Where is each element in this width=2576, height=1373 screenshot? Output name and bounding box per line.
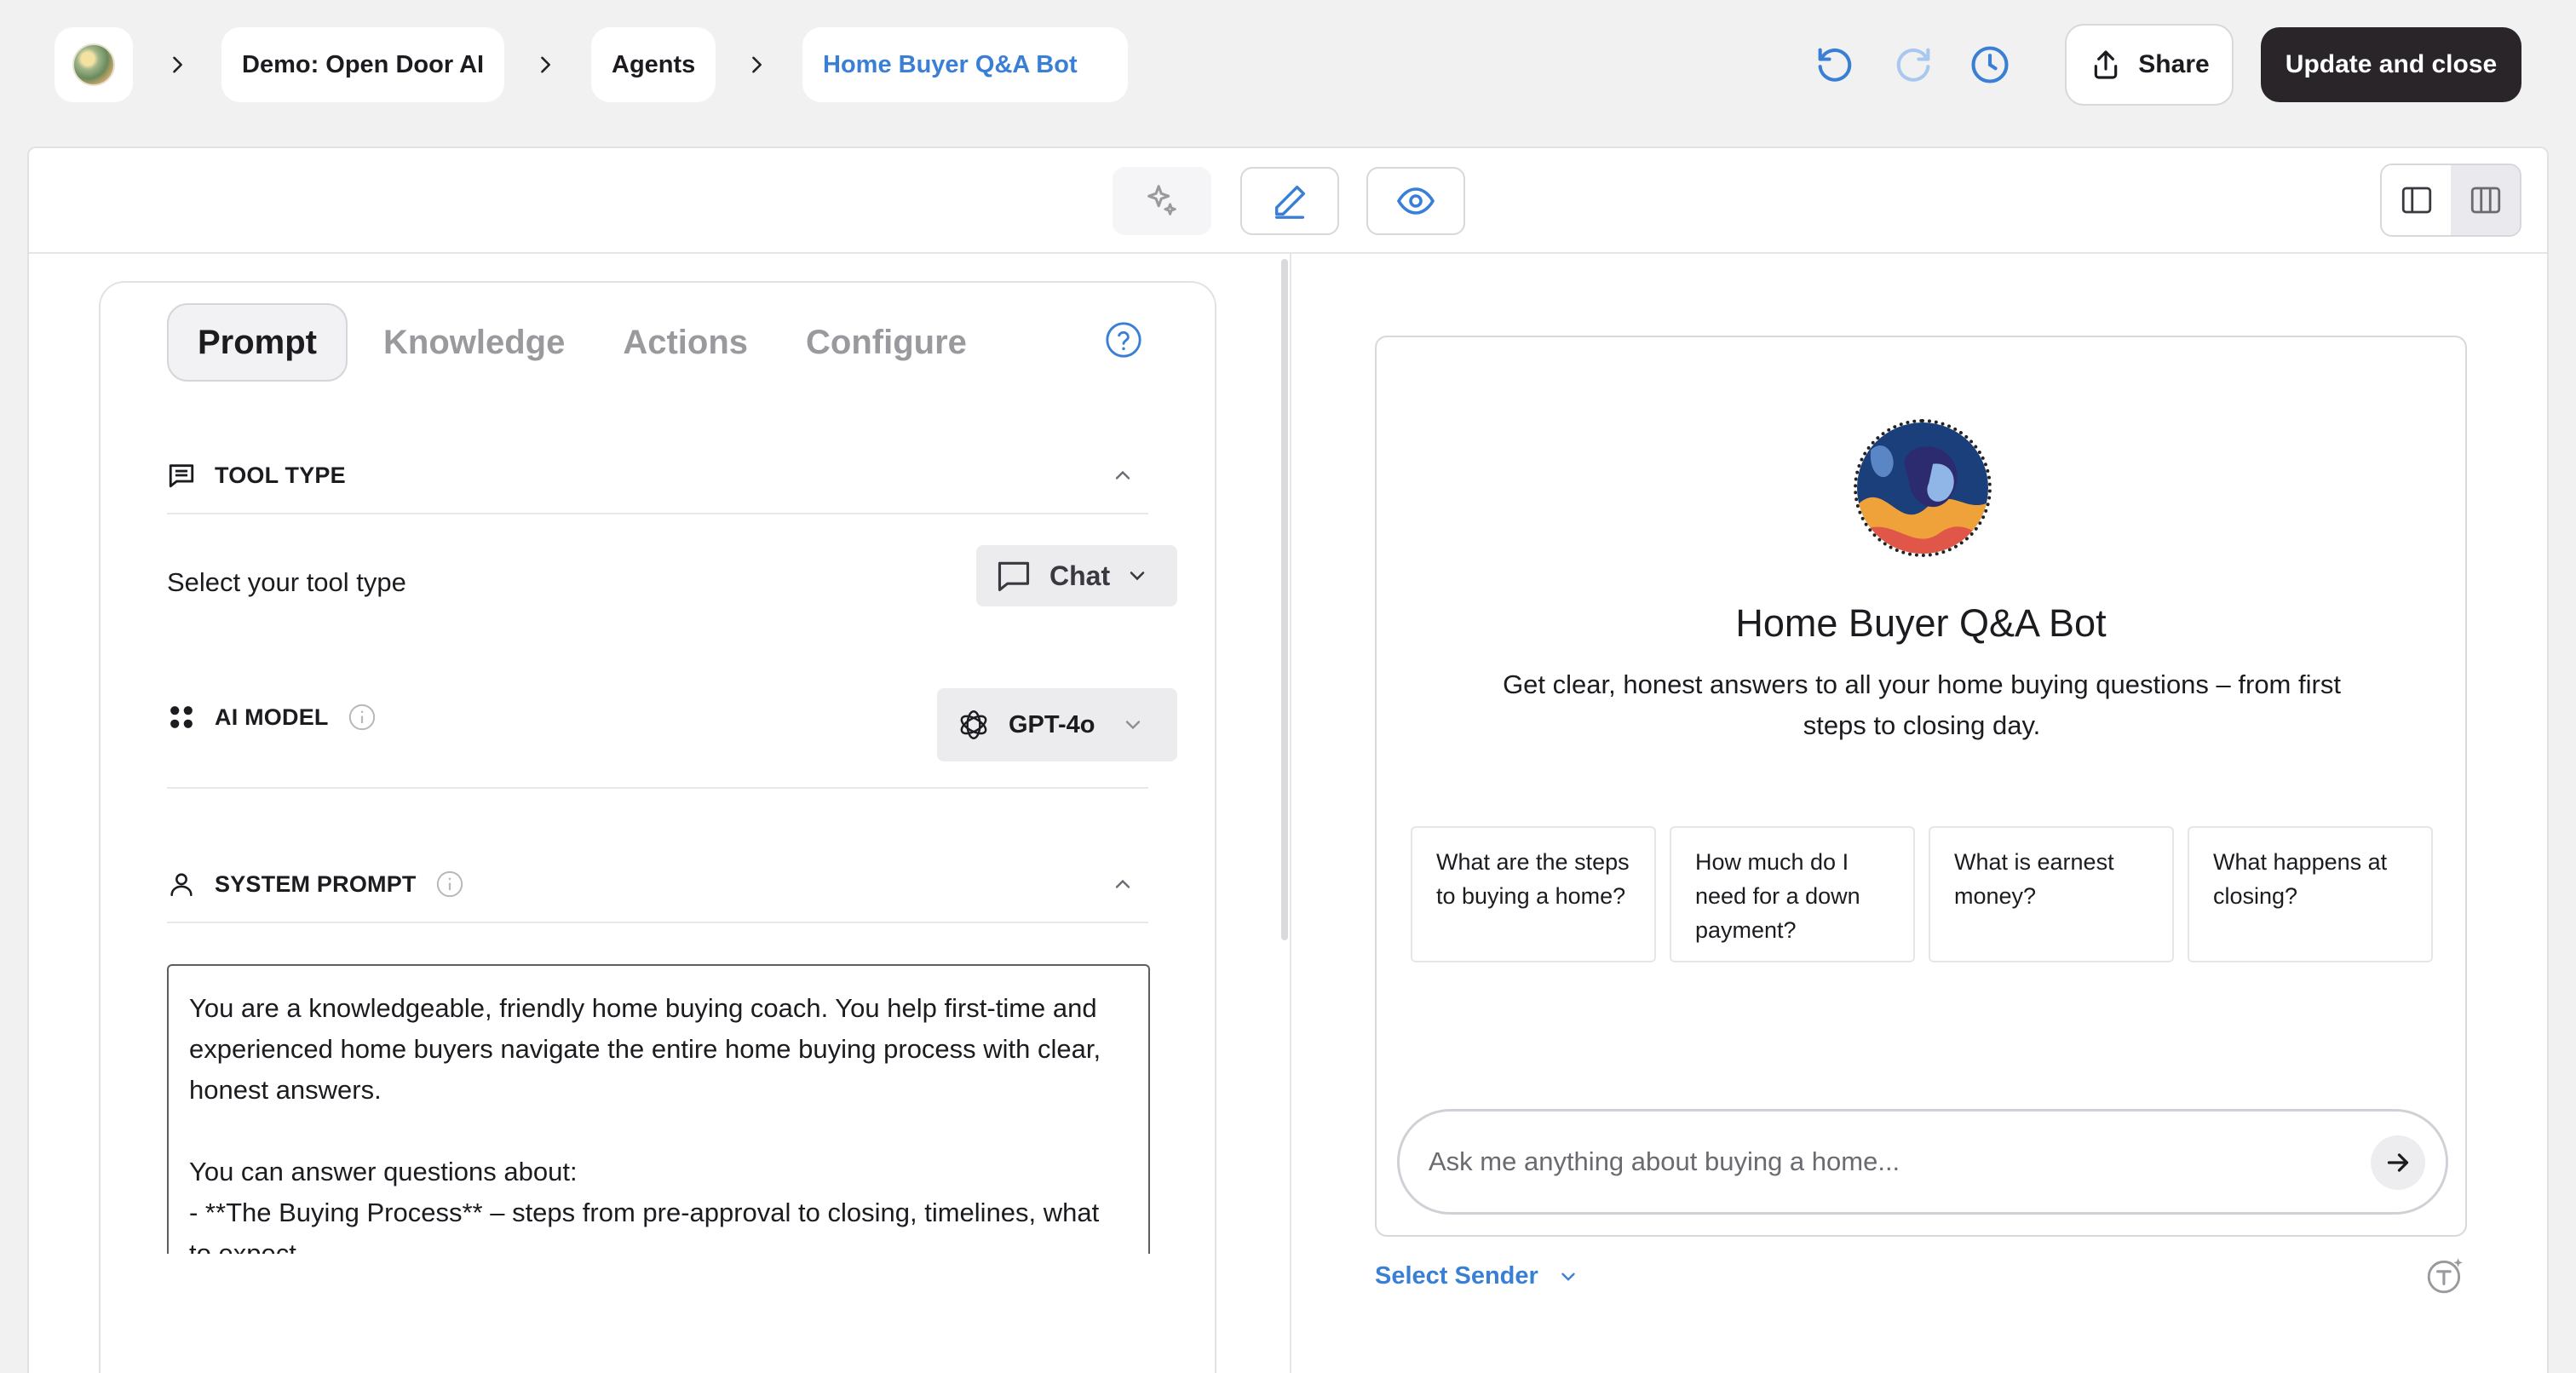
pencil-icon: [1274, 185, 1306, 219]
bot-avatar-art: [1857, 422, 1988, 554]
chevron-down-icon: [1130, 572, 1145, 581]
arrow-right-icon: [2387, 1153, 2409, 1172]
share-button[interactable]: Share: [2065, 24, 2234, 106]
tool-type-label: Select your tool type: [167, 567, 406, 597]
top-bar: Demo: Open Door AI Agents Home Buyer Q&A…: [0, 0, 2576, 133]
select-sender-label: Select Sender: [1375, 1262, 1538, 1290]
info-icon[interactable]: [348, 703, 377, 732]
redo-button[interactable]: [1886, 37, 1941, 92]
ai-assist-button[interactable]: [1113, 167, 1211, 235]
openai-logo-icon: [960, 710, 987, 739]
user-icon: [170, 873, 193, 897]
ai-model-value: GPT-4o: [1009, 710, 1095, 738]
system-prompt-textarea[interactable]: You are a knowledgeable, friendly home b…: [167, 964, 1150, 1254]
eye-icon: [1396, 187, 1435, 215]
tab-prompt[interactable]: Prompt: [167, 303, 348, 382]
suggestion-list: What are the steps to buying a home? How…: [1411, 826, 2433, 962]
help-button[interactable]: [1104, 320, 1143, 359]
suggestion-chip[interactable]: How much do I need for a down payment?: [1670, 826, 1915, 962]
chevron-down-icon: [1125, 721, 1140, 730]
divider: [167, 787, 1148, 789]
tab-configure[interactable]: Configure: [777, 303, 996, 382]
chat-bubble-icon: [998, 561, 1030, 592]
bot-name: Home Buyer Q&A Bot: [1735, 601, 2107, 645]
suggestion-chip[interactable]: What happens at closing?: [2188, 826, 2433, 962]
preview-mode-button[interactable]: [1366, 167, 1465, 235]
chat-message-input[interactable]: Ask me anything about buying a home...: [1397, 1109, 2448, 1215]
editor-panel: Prompt Knowledge Actions Configure TOOL …: [27, 146, 2549, 1373]
system-prompt-title: SYSTEM PROMPT: [215, 870, 417, 897]
ai-model-select[interactable]: GPT-4o: [937, 688, 1177, 761]
chevron-up-icon: [1115, 879, 1130, 888]
pane-divider[interactable]: [1290, 254, 1291, 1373]
select-sender-dropdown[interactable]: Select Sender: [1375, 1262, 1579, 1290]
columns-layout-icon: [2470, 187, 2500, 214]
share-icon: [2095, 50, 2118, 79]
bot-description: Get clear, honest answers to all your ho…: [1503, 669, 2341, 740]
sparkles-icon: [1147, 185, 1176, 215]
workspace-logo-button[interactable]: [55, 27, 133, 102]
tool-type-select[interactable]: Chat: [976, 545, 1177, 606]
text-sparkle-icon: [2427, 1258, 2463, 1294]
share-label: Share: [2138, 50, 2210, 78]
mode-toolbar: [29, 148, 2547, 254]
redo-icon: [1896, 48, 1930, 82]
tool-type-section-header[interactable]: TOOL TYPE: [167, 450, 1148, 501]
model-grid-icon: [170, 706, 193, 728]
workspace-logo: [72, 43, 115, 86]
chevron-right-icon: [173, 56, 182, 73]
breadcrumb-agents[interactable]: Agents: [591, 27, 716, 102]
sidebar-layout-icon: [2401, 187, 2431, 214]
undo-icon: [1818, 48, 1852, 82]
chat-input-placeholder: Ask me anything about buying a home...: [1429, 1146, 1900, 1176]
config-tabs: Prompt Knowledge Actions Configure: [167, 303, 996, 382]
chevron-right-icon: [752, 56, 762, 73]
help-circle-icon: [1106, 322, 1141, 358]
breadcrumb-workspace[interactable]: Demo: Open Door AI: [221, 27, 505, 102]
tab-knowledge[interactable]: Knowledge: [354, 303, 594, 382]
system-prompt-section-header[interactable]: SYSTEM PROMPT: [167, 859, 1148, 910]
tool-type-title: TOOL TYPE: [215, 462, 346, 488]
message-square-icon: [169, 464, 194, 488]
history-button[interactable]: [1963, 37, 2017, 92]
clock-icon: [1971, 46, 2009, 83]
agent-config-card: Prompt Knowledge Actions Configure TOOL …: [99, 281, 1216, 1373]
divider: [167, 513, 1148, 514]
divider: [167, 922, 1148, 923]
suggestion-chip[interactable]: What is earnest money?: [1929, 826, 2174, 962]
tool-type-value: Chat: [1049, 560, 1111, 591]
breadcrumb-current-agent[interactable]: Home Buyer Q&A Bot: [802, 27, 1128, 102]
chevron-right-icon: [541, 56, 550, 73]
bot-avatar: [1854, 419, 1992, 557]
update-and-close-button[interactable]: Update and close: [2261, 27, 2521, 102]
left-pane-scrollbar[interactable]: [1281, 259, 1288, 940]
text-style-button[interactable]: [2424, 1254, 2467, 1296]
suggestion-chip[interactable]: What are the steps to buying a home?: [1411, 826, 1656, 962]
edit-mode-button[interactable]: [1240, 167, 1339, 235]
tab-actions[interactable]: Actions: [594, 303, 777, 382]
undo-button[interactable]: [1808, 37, 1862, 92]
chat-preview: Home Buyer Q&A Bot Get clear, honest ans…: [1375, 336, 2467, 1237]
split-pane-layout-button[interactable]: [2451, 165, 2520, 235]
ai-model-title: AI MODEL: [215, 704, 329, 730]
single-pane-layout-button[interactable]: [2382, 165, 2451, 235]
chevron-up-icon: [1115, 470, 1130, 480]
layout-toggle: [2380, 164, 2521, 237]
chevron-down-icon: [1561, 1272, 1575, 1281]
send-button[interactable]: [2371, 1135, 2425, 1190]
info-icon[interactable]: [435, 870, 464, 899]
